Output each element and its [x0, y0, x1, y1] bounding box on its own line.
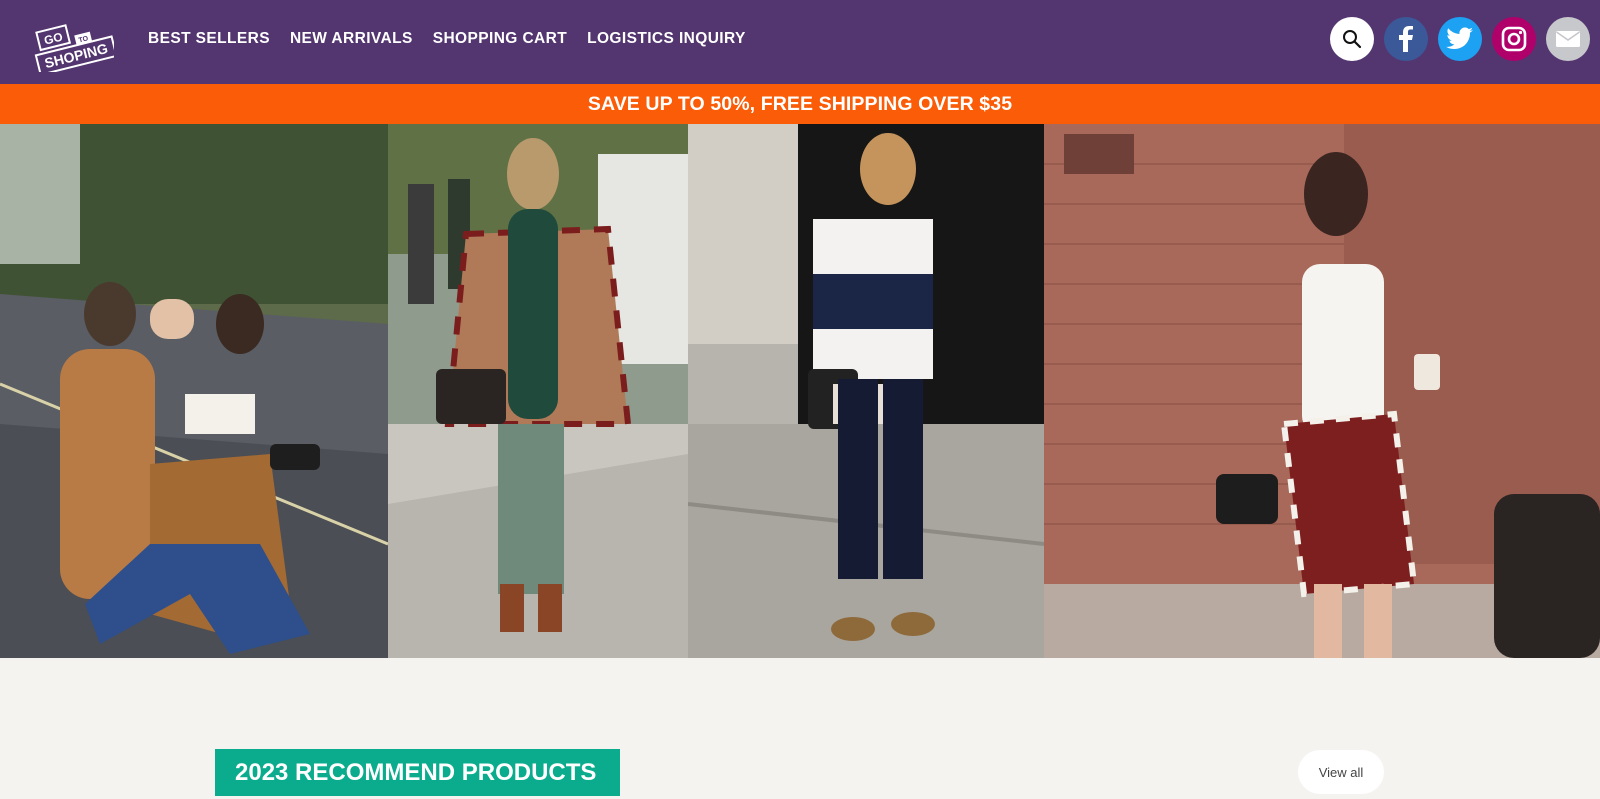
hero-banner[interactable]	[0, 124, 1600, 658]
promo-banner[interactable]: SAVE UP TO 50%, FREE SHIPPING OVER $35	[0, 84, 1600, 124]
view-all-button[interactable]: View all	[1298, 750, 1384, 794]
mail-icon[interactable]	[1546, 17, 1590, 61]
search-icon[interactable]	[1330, 17, 1374, 61]
logo[interactable]: GO TO SHOPING	[32, 14, 118, 76]
main-nav: BEST SELLERS NEW ARRIVALS SHOPPING CART …	[148, 30, 766, 48]
hero-image-1[interactable]	[0, 124, 388, 658]
social-icons	[1330, 17, 1590, 61]
section-title-recommend: 2023 RECOMMEND PRODUCTS	[215, 749, 620, 796]
nav-best-sellers[interactable]: BEST SELLERS	[148, 30, 270, 48]
facebook-icon[interactable]	[1384, 17, 1428, 61]
twitter-icon[interactable]	[1438, 17, 1482, 61]
promo-text: SAVE UP TO 50%, FREE SHIPPING OVER $35	[587, 92, 1013, 115]
nav-new-arrivals[interactable]: NEW ARRIVALS	[290, 30, 413, 48]
site-header: GO TO SHOPING BEST SELLERS NEW ARRIVALS …	[0, 0, 1600, 84]
hero-image-3[interactable]	[688, 124, 1044, 658]
hero-image-2[interactable]	[388, 124, 688, 658]
nav-shopping-cart[interactable]: SHOPPING CART	[433, 30, 567, 48]
hero-image-4[interactable]	[1044, 124, 1600, 658]
instagram-icon[interactable]	[1492, 17, 1536, 61]
nav-logistics-inquiry[interactable]: LOGISTICS INQUIRY	[587, 30, 746, 48]
